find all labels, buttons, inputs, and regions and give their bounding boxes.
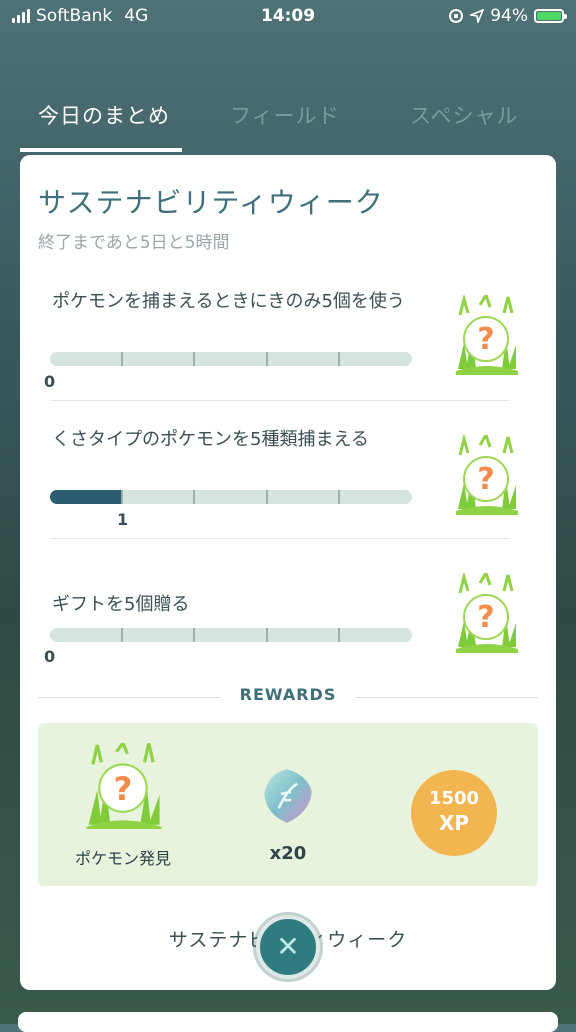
xp-badge-icon[interactable]: 1500 XP [411, 770, 497, 856]
xp-amount: 1500 [428, 788, 480, 809]
task-3-count: 0 [44, 647, 56, 666]
mystery-pokemon-encounter-icon[interactable]: ? [446, 295, 526, 375]
battery-percent: 94% [490, 6, 528, 26]
rewards-heading: REWARDS [239, 685, 337, 704]
research-time-remaining: 終了まであと5日と5時間 [38, 233, 230, 253]
svg-text:?: ? [477, 322, 494, 357]
close-icon: ✕ [276, 930, 300, 963]
research-card: サステナビリティウィーク 終了まであと5日と5時間 ポケモンを捕まえるときにきの… [20, 155, 556, 990]
task-2-text: くさタイプのポケモンを5種類捕まえる [52, 429, 369, 450]
tab-today[interactable]: 今日のまとめ [38, 100, 170, 130]
tab-field[interactable]: フィールド [230, 100, 340, 130]
task-1-text: ポケモンを捕まえるときにきのみ5個を使う [52, 291, 405, 312]
mystery-pokemon-encounter-icon[interactable]: ? [446, 573, 526, 653]
research-title: サステナビリティウィーク [38, 186, 384, 219]
task-3-text: ギフトを5個贈る [52, 594, 190, 615]
divider [50, 538, 510, 539]
status-right: 94% [448, 6, 567, 26]
task-3-progress-bar [50, 628, 412, 642]
close-button[interactable]: ✕ [256, 915, 320, 979]
stardust-icon[interactable] [256, 765, 318, 827]
task-1-count: 0 [44, 372, 56, 391]
divider [50, 400, 510, 401]
svg-text:?: ? [477, 462, 494, 497]
tab-bar: 今日のまとめ フィールド スペシャル [0, 90, 576, 152]
svg-text:?: ? [114, 770, 133, 808]
next-card-edge [18, 1012, 558, 1032]
mystery-pokemon-encounter-icon[interactable]: ? [446, 435, 526, 515]
active-tab-indicator [20, 148, 182, 152]
rotation-lock-icon [449, 9, 464, 23]
xp-unit: XP [438, 811, 470, 835]
reward-stardust-amount: x20 [269, 843, 307, 864]
task-2-count: 1 [117, 510, 129, 529]
svg-text:?: ? [477, 600, 494, 635]
battery-icon [534, 9, 567, 23]
mystery-pokemon-encounter-icon[interactable]: ? [80, 743, 166, 829]
task-1-progress-bar [50, 352, 412, 366]
location-icon [470, 9, 485, 23]
reward-pokemon-label: ポケモン発見 [74, 849, 171, 868]
rewards-divider-right [356, 697, 538, 698]
status-bar: SoftBank 4G 14:09 94% [0, 0, 576, 32]
task-2-progress-fill [50, 490, 123, 504]
tab-special[interactable]: スペシャル [410, 100, 519, 130]
task-2-progress-bar [50, 490, 412, 504]
rewards-panel: ? ポケモン発見 x20 1500 XP [38, 723, 538, 886]
